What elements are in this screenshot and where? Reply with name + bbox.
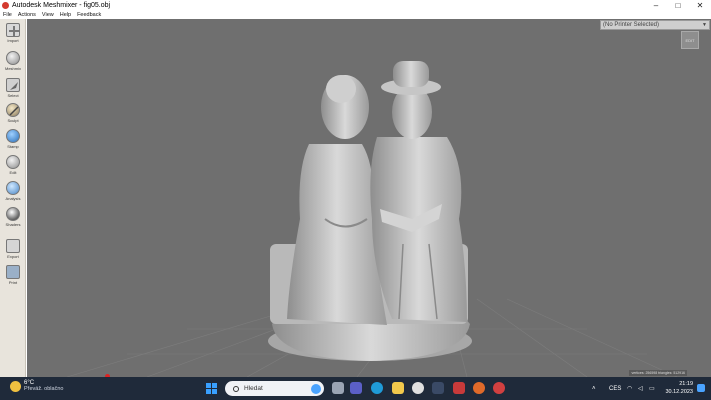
maximize-button[interactable]: □ (667, 0, 689, 11)
search-placeholder: Hledat (244, 385, 263, 392)
tool-panel: Import Meshmix Select Sculpt Stamp Edit … (0, 19, 26, 377)
minimize-button[interactable]: – (645, 0, 667, 11)
edit-icon (6, 155, 20, 169)
chrome-icon[interactable] (412, 382, 424, 394)
menu-file[interactable]: File (3, 12, 12, 18)
tool-shaders[interactable]: Shaders (0, 207, 26, 227)
edge-icon[interactable] (371, 382, 383, 394)
teams-icon[interactable] (350, 382, 362, 394)
file-explorer-icon[interactable] (392, 382, 404, 394)
start-button[interactable] (206, 383, 217, 394)
app-icon-red[interactable] (453, 382, 465, 394)
taskbar: 6°C Převáž. oblačno Hledat ˄ CES ◠ ◁ ▭ 2… (0, 377, 711, 400)
tool-label: Import (7, 38, 19, 43)
select-icon (6, 78, 20, 92)
tool-label: Meshmix (4, 66, 21, 71)
menu-feedback[interactable]: Feedback (77, 12, 101, 18)
tool-label: Shaders (5, 222, 21, 227)
menu-bar: File Actions View Help Feedback (0, 11, 711, 19)
tool-label: Select (7, 93, 19, 98)
weather-desc: Převáž. oblačno (24, 386, 64, 392)
tool-print[interactable]: Print (0, 265, 26, 285)
3d-viewport[interactable]: (No Printer Selected) ▼ EDIT vertices: 2… (27, 19, 711, 377)
tool-sculpt[interactable]: Sculpt (0, 103, 26, 123)
taskbar-search[interactable]: Hledat (225, 381, 324, 396)
printer-select-value: (No Printer Selected) (603, 22, 660, 28)
clock-date: 30.12.2023 (665, 389, 693, 395)
notification-icon[interactable] (697, 384, 705, 392)
meshmixer-taskbar-icon[interactable] (493, 382, 505, 394)
tool-label: Edit (9, 170, 17, 175)
shaders-icon (6, 207, 20, 221)
sculpt-icon (6, 103, 20, 117)
wifi-icon[interactable]: ◠ (627, 377, 632, 400)
steam-icon[interactable] (432, 382, 444, 394)
tool-stamp[interactable]: Stamp (0, 129, 26, 149)
app-icon-orange[interactable] (473, 382, 485, 394)
tool-edit[interactable]: Edit (0, 155, 26, 175)
weather-icon (10, 380, 21, 392)
tool-label: Stamp (7, 144, 19, 149)
3d-model-figurine[interactable] (27, 19, 711, 377)
menu-actions[interactable]: Actions (18, 12, 36, 18)
tool-label: Print (8, 280, 18, 285)
tool-analysis[interactable]: Analysis (0, 181, 26, 201)
weather-widget[interactable]: 6°C Převáž. oblačno (10, 380, 63, 392)
export-icon (6, 239, 20, 253)
clock-time: 21:19 (679, 381, 693, 387)
menu-help[interactable]: Help (60, 12, 71, 18)
tool-export[interactable]: Export (0, 239, 26, 259)
task-view-icon[interactable] (332, 382, 344, 394)
tool-select[interactable]: Select (0, 78, 26, 98)
tool-meshmix[interactable]: Meshmix (0, 51, 26, 71)
analysis-icon (6, 181, 20, 195)
input-language[interactable]: CES (609, 377, 621, 400)
tool-label: Export (7, 254, 19, 259)
tool-label: Analysis (5, 196, 21, 201)
tool-import[interactable]: Import (0, 23, 26, 43)
menu-view[interactable]: View (42, 12, 54, 18)
clock[interactable]: 21:19 30.12.2023 (665, 380, 693, 396)
window-title: Autodesk Meshmixer - fig05.obj (12, 2, 111, 9)
search-icon (233, 385, 239, 392)
edit-object-button[interactable]: EDIT (681, 31, 699, 49)
close-button[interactable]: ✕ (689, 0, 711, 11)
battery-icon[interactable]: ▭ (649, 377, 655, 400)
tray-chevron-up-icon[interactable]: ˄ (592, 377, 596, 400)
chevron-down-icon: ▼ (702, 22, 707, 28)
plus-icon (6, 23, 20, 37)
copilot-icon[interactable] (311, 383, 321, 394)
meshmix-icon (6, 51, 20, 65)
printer-select[interactable]: (No Printer Selected) ▼ (600, 20, 710, 30)
print-icon (6, 265, 20, 279)
mesh-stats: vertices: 256598 triangles: 512916 (629, 370, 687, 376)
meshmixer-logo-icon (2, 2, 9, 9)
windows-logo-icon (206, 383, 211, 388)
stamp-icon (6, 129, 20, 143)
tool-label: Sculpt (7, 118, 19, 123)
volume-icon[interactable]: ◁ (638, 377, 643, 400)
title-bar: Autodesk Meshmixer - fig05.obj – □ ✕ (0, 0, 711, 11)
